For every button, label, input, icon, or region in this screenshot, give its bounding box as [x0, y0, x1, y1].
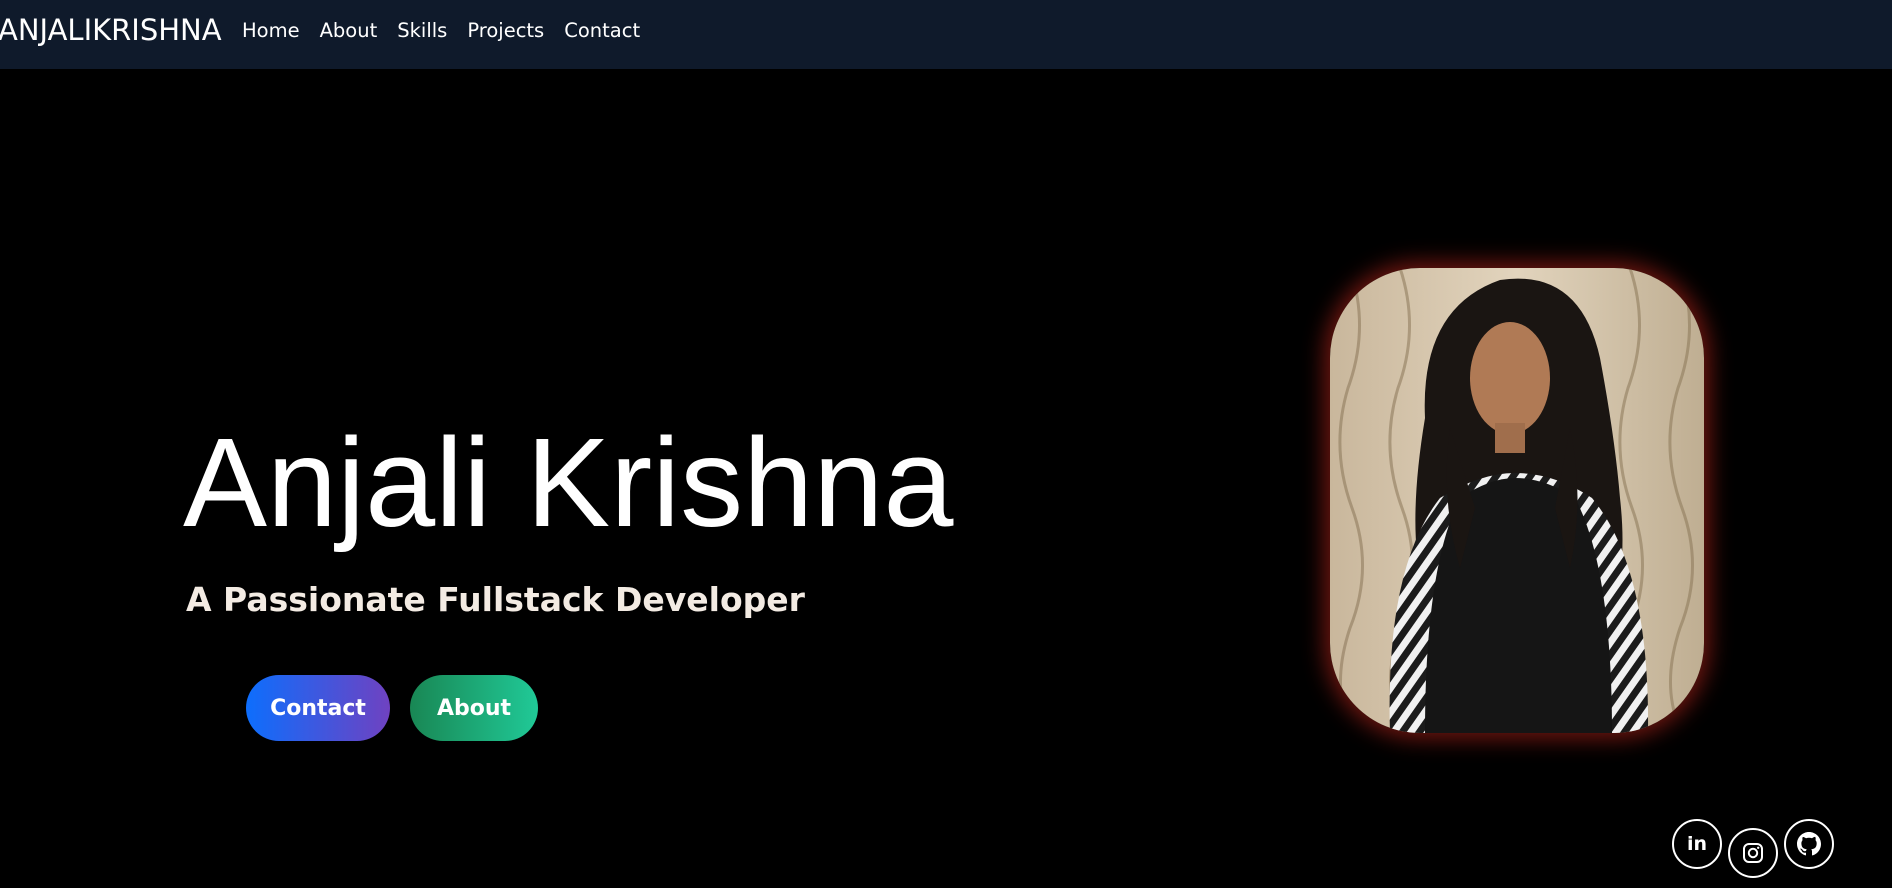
nav-links: Home About Skills Projects Contact	[242, 19, 660, 42]
brand-logo[interactable]: ANJALIKRISHNA	[0, 13, 222, 47]
contact-button[interactable]: Contact	[246, 675, 390, 741]
nav-link-contact[interactable]: Contact	[564, 19, 640, 42]
github-icon	[1797, 832, 1821, 856]
nav-link-home[interactable]: Home	[242, 19, 300, 42]
nav-link-projects[interactable]: Projects	[467, 19, 544, 42]
profile-photo-illustration	[1330, 268, 1704, 733]
instagram-link[interactable]	[1728, 828, 1778, 878]
linkedin-icon: in	[1686, 833, 1708, 855]
hero-subtitle: A Passionate Fullstack Developer	[186, 580, 805, 619]
github-link[interactable]	[1784, 819, 1834, 869]
profile-photo	[1330, 268, 1704, 733]
nav-link-skills[interactable]: Skills	[397, 19, 447, 42]
instagram-icon	[1743, 843, 1763, 863]
about-button[interactable]: About	[410, 675, 538, 741]
hero-name: Anjali Krishna	[183, 412, 954, 553]
top-navbar: ANJALIKRISHNA Home About Skills Projects…	[0, 0, 1892, 69]
linkedin-link[interactable]: in	[1672, 819, 1722, 869]
nav-link-about[interactable]: About	[320, 19, 378, 42]
